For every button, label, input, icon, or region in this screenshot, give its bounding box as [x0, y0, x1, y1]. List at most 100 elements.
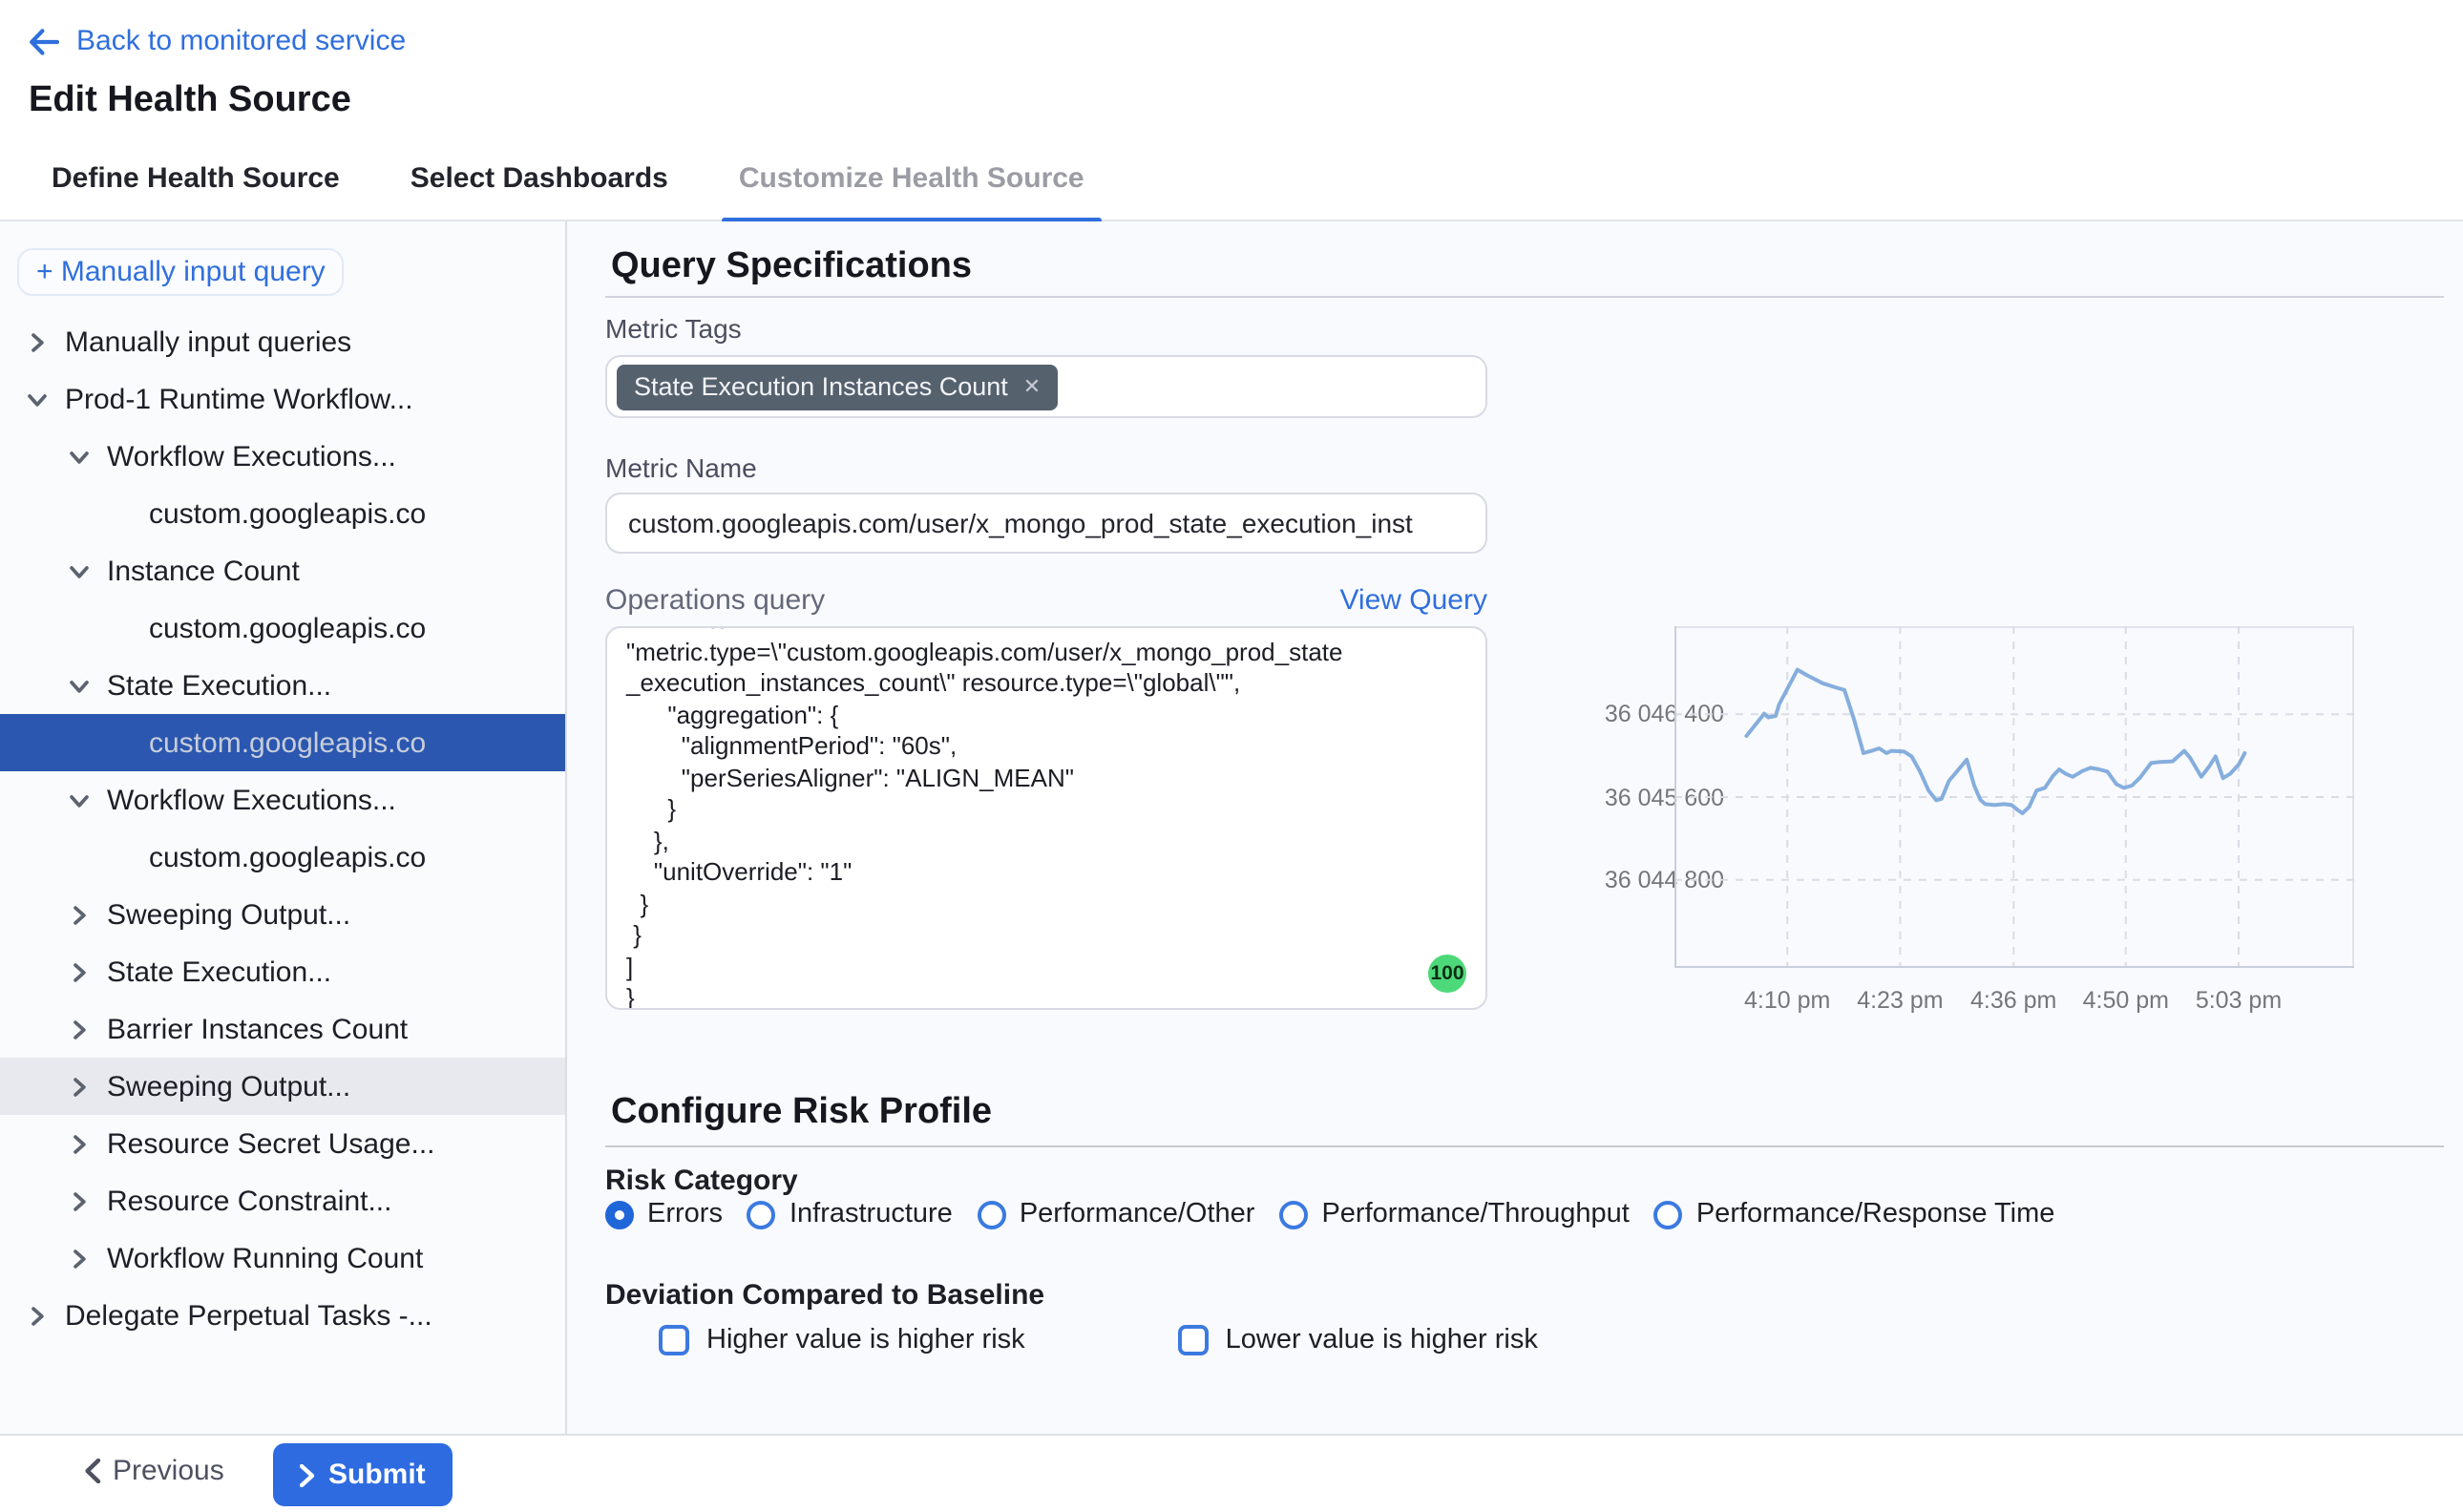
tree-item-resource-secret-usage[interactable]: Resource Secret Usage...	[0, 1115, 565, 1172]
tree-item-custom-googleapis-co[interactable]: custom.googleapis.co	[0, 829, 565, 886]
metric-name-label: Metric Name	[605, 452, 757, 483]
deviation-checkbox-group: Higher value is higher risk Lower value i…	[659, 1325, 1538, 1355]
tree-item-instance-count[interactable]: Instance Count	[0, 542, 565, 599]
tree-item-workflow-executions[interactable]: Workflow Executions...	[0, 428, 565, 485]
x-axis-tick-label: 4:23 pm	[1857, 987, 1943, 1014]
metric-name-input[interactable]: custom.googleapis.com/user/x_mongo_prod_…	[605, 493, 1487, 554]
tree-item-manually-input-queries[interactable]: Manually input queries	[0, 313, 565, 370]
deviation-checkbox-higher-value-is-higher-risk[interactable]: Higher value is higher risk	[659, 1325, 1025, 1355]
tree-item-label: State Execution...	[107, 956, 331, 988]
tree-item-label: Delegate Perpetual Tasks -...	[65, 1299, 432, 1332]
tree-item-label: Workflow Running Count	[107, 1242, 423, 1274]
metric-tag-chip: State Execution Instances Count ✕	[617, 364, 1058, 410]
tree-item-state-execution[interactable]: State Execution...	[0, 943, 565, 1000]
radio-unselected-icon	[978, 1200, 1006, 1228]
query-tree-sidebar: + Manually input query Manually input qu…	[0, 221, 567, 1434]
remove-tag-icon[interactable]: ✕	[1023, 374, 1041, 399]
x-axis-tick-label: 5:03 pm	[2196, 987, 2282, 1014]
tree-item-barrier-instances-count[interactable]: Barrier Instances Count	[0, 1000, 565, 1058]
tree-item-label: Manually input queries	[65, 326, 351, 358]
risk-radio-performance-other[interactable]: Performance/Other	[978, 1199, 1255, 1229]
tree-item-label: Workflow Executions...	[107, 440, 396, 472]
operations-query-textarea[interactable]: "filter": "metric.type=\"custom.googleap…	[605, 626, 1487, 1010]
add-manual-query-button[interactable]: + Manually input query	[17, 248, 345, 296]
tree-item-custom-googleapis-co[interactable]: custom.googleapis.co	[0, 485, 565, 542]
query-score-badge: 100	[1428, 955, 1466, 993]
chart-plot-area	[1674, 626, 2354, 970]
tree-item-workflow-running-count[interactable]: Workflow Running Count	[0, 1229, 565, 1287]
tree-item-resource-constraint[interactable]: Resource Constraint...	[0, 1172, 565, 1229]
edit-health-source-page: Back to monitored service Edit Health So…	[0, 0, 2463, 1512]
deviation-label: Deviation Compared to Baseline	[605, 1279, 1044, 1312]
tree-item-workflow-executions[interactable]: Workflow Executions...	[0, 771, 565, 829]
deviation-checkbox-lower-value-is-higher-risk[interactable]: Lower value is higher risk	[1178, 1325, 1538, 1355]
checkbox-unchecked-icon	[1178, 1325, 1209, 1355]
previous-button[interactable]: Previous	[84, 1455, 224, 1487]
risk-radio-performance-response-time[interactable]: Performance/Response Time	[1654, 1199, 2055, 1229]
previous-button-label: Previous	[113, 1455, 224, 1487]
section-divider	[605, 296, 2444, 298]
tree-item-prod-1-runtime-workflow[interactable]: Prod-1 Runtime Workflow...	[0, 370, 565, 428]
tree-item-delegate-perpetual-tasks[interactable]: Delegate Perpetual Tasks -...	[0, 1287, 565, 1344]
chevron-right-icon	[69, 1076, 90, 1097]
chevron-right-icon	[27, 1305, 48, 1326]
main-panel: Query Specifications Metric Tags State E…	[567, 221, 2463, 1434]
chevron-right-icon	[69, 1190, 90, 1211]
page-header: Back to monitored service Edit Health So…	[0, 0, 2463, 137]
tree-item-state-execution[interactable]: State Execution...	[0, 657, 565, 714]
chevron-right-icon	[27, 331, 48, 352]
tree-item-label: custom.googleapis.co	[149, 841, 426, 873]
tree-item-label: Sweeping Output...	[107, 1070, 350, 1102]
metric-preview-chart: 36 046 40036 045 60036 044 8004:10 pm4:2…	[1522, 603, 2438, 1042]
back-arrow-icon	[29, 28, 59, 54]
risk-radio-performance-throughput[interactable]: Performance/Throughput	[1279, 1199, 1629, 1229]
metric-tag-text: State Execution Instances Count	[634, 372, 1008, 401]
tree-item-custom-googleapis-co[interactable]: custom.googleapis.co	[0, 599, 565, 657]
radio-selected-icon	[605, 1200, 634, 1228]
tree-item-custom-googleapis-co[interactable]: custom.googleapis.co	[0, 714, 565, 771]
footer-bar: Previous Submit	[0, 1434, 2463, 1512]
chevron-right-icon	[69, 961, 90, 982]
tree-item-label: custom.googleapis.co	[149, 612, 426, 644]
tree-item-label: Resource Constraint...	[107, 1185, 391, 1217]
x-axis-tick-label: 4:36 pm	[1970, 987, 2056, 1014]
page-title: Edit Health Source	[29, 80, 351, 122]
tree-item-label: Sweeping Output...	[107, 898, 350, 931]
chevron-right-icon	[69, 1018, 90, 1040]
x-axis-tick-label: 4:10 pm	[1744, 987, 1830, 1014]
back-to-monitored-service-link[interactable]: Back to monitored service	[29, 25, 406, 57]
tree-item-sweeping-output[interactable]: Sweeping Output...	[0, 886, 565, 943]
metric-tags-label: Metric Tags	[605, 313, 742, 344]
chevron-down-icon	[27, 388, 48, 410]
chevron-right-icon	[69, 904, 90, 925]
submit-button[interactable]: Submit	[273, 1443, 453, 1506]
tree-item-label: Instance Count	[107, 555, 300, 587]
tree-item-label: State Execution...	[107, 669, 331, 702]
tab-customize-health-source[interactable]: Customize Health Source	[739, 136, 1084, 220]
tree-item-label: Prod-1 Runtime Workflow...	[65, 383, 413, 415]
wizard-tabbar: Define Health Source Select Dashboards Cus…	[0, 137, 2463, 221]
checkbox-unchecked-icon	[659, 1325, 689, 1355]
query-specifications-title: Query Specifications	[611, 246, 972, 288]
chevron-down-icon	[69, 675, 90, 696]
x-axis-tick-label: 4:50 pm	[2083, 987, 2169, 1014]
risk-category-radio-group: Errors Infrastructure Performance/Other Per…	[605, 1199, 2079, 1229]
chevron-down-icon	[69, 446, 90, 467]
tree-item-sweeping-output[interactable]: Sweeping Output...	[0, 1058, 565, 1115]
metric-tags-input[interactable]: State Execution Instances Count ✕	[605, 355, 1487, 418]
chevron-down-icon	[69, 560, 90, 581]
risk-radio-infrastructure[interactable]: Infrastructure	[747, 1199, 953, 1229]
submit-button-label: Submit	[328, 1459, 426, 1491]
tab-select-dashboards[interactable]: Select Dashboards	[410, 136, 668, 220]
radio-unselected-icon	[1279, 1200, 1308, 1228]
back-link-label: Back to monitored service	[76, 25, 406, 57]
chevron-right-icon	[69, 1248, 90, 1269]
chevron-left-icon	[84, 1459, 101, 1483]
chevron-right-icon	[69, 1133, 90, 1154]
tab-define-health-source[interactable]: Define Health Source	[52, 136, 340, 220]
configure-risk-profile-title: Configure Risk Profile	[611, 1092, 992, 1134]
operations-query-label: Operations query	[605, 584, 825, 617]
risk-radio-errors[interactable]: Errors	[605, 1199, 723, 1229]
radio-unselected-icon	[747, 1200, 776, 1228]
view-query-link[interactable]: View Query	[1327, 584, 1487, 617]
